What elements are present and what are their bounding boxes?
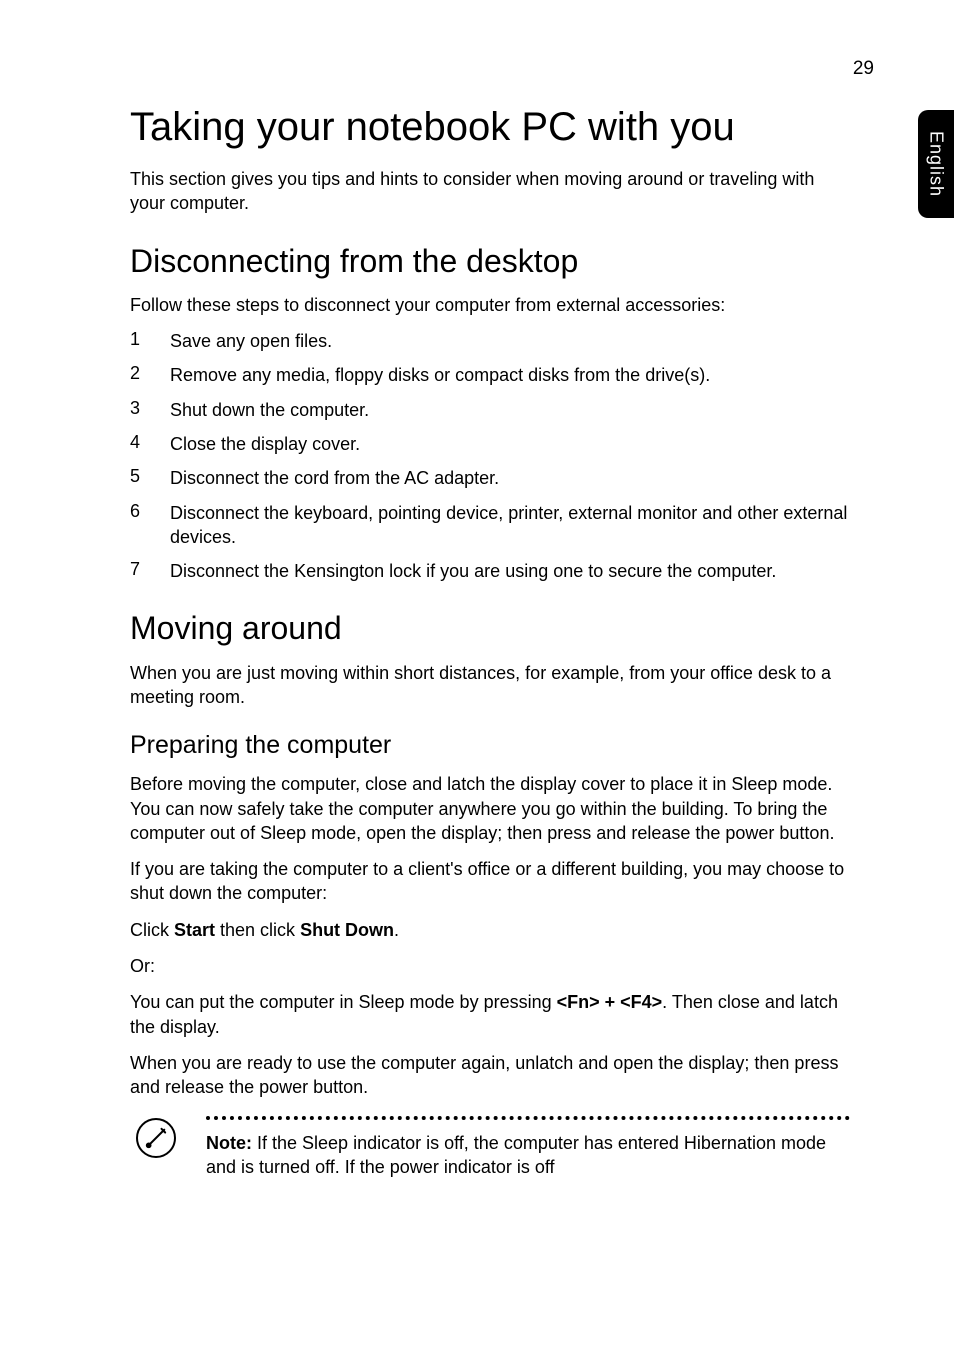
- list-text: Save any open files.: [170, 329, 332, 353]
- list-text: Remove any media, floppy disks or compac…: [170, 363, 710, 387]
- note-body: Note: If the Sleep indicator is off, the…: [206, 1116, 850, 1180]
- note-content: If the Sleep indicator is off, the compu…: [206, 1133, 826, 1177]
- paragraph-sleep-shortcut: You can put the computer in Sleep mode b…: [130, 990, 850, 1039]
- list-number: 6: [130, 501, 170, 550]
- section-heading-moving: Moving around: [130, 611, 850, 646]
- text: Click: [130, 920, 174, 940]
- text: then click: [215, 920, 300, 940]
- section1-lead: Follow these steps to disconnect your co…: [130, 293, 850, 317]
- list-number: 2: [130, 363, 170, 387]
- intro-paragraph: This section gives you tips and hints to…: [130, 167, 850, 216]
- paragraph: Before moving the computer, close and la…: [130, 772, 850, 845]
- list-number: 3: [130, 398, 170, 422]
- paragraph-or: Or:: [130, 954, 850, 978]
- list-number: 1: [130, 329, 170, 353]
- note-block: Note: If the Sleep indicator is off, the…: [130, 1116, 850, 1180]
- bold-shutdown: Shut Down: [300, 920, 394, 940]
- list-number: 5: [130, 466, 170, 490]
- list-text: Disconnect the cord from the AC adapter.: [170, 466, 499, 490]
- bold-shortcut: <Fn> + <F4>: [557, 992, 663, 1012]
- list-number: 7: [130, 559, 170, 583]
- paragraph: If you are taking the computer to a clie…: [130, 857, 850, 906]
- list-item: 1 Save any open files.: [130, 329, 850, 353]
- paragraph: When you are ready to use the computer a…: [130, 1051, 850, 1100]
- list-number: 4: [130, 432, 170, 456]
- paragraph-click-start: Click Start then click Shut Down.: [130, 918, 850, 942]
- section-heading-disconnecting: Disconnecting from the desktop: [130, 244, 850, 279]
- list-item: 6 Disconnect the keyboard, pointing devi…: [130, 501, 850, 550]
- note-icon: [136, 1118, 176, 1158]
- text: You can put the computer in Sleep mode b…: [130, 992, 557, 1012]
- note-text: Note: If the Sleep indicator is off, the…: [206, 1131, 850, 1180]
- list-item: 3 Shut down the computer.: [130, 398, 850, 422]
- section2-lead: When you are just moving within short di…: [130, 661, 850, 710]
- note-icon-wrap: [130, 1116, 206, 1158]
- numbered-list: 1 Save any open files. 2 Remove any medi…: [130, 329, 850, 583]
- page-title: Taking your notebook PC with you: [130, 105, 850, 149]
- list-text: Shut down the computer.: [170, 398, 369, 422]
- list-text: Close the display cover.: [170, 432, 360, 456]
- language-tab-label: English: [926, 131, 947, 197]
- page-number: 29: [853, 58, 874, 80]
- list-text: Disconnect the Kensington lock if you ar…: [170, 559, 776, 583]
- note-divider: [206, 1116, 850, 1121]
- language-tab: English: [918, 110, 954, 218]
- list-text: Disconnect the keyboard, pointing device…: [170, 501, 850, 550]
- list-item: 4 Close the display cover.: [130, 432, 850, 456]
- note-label: Note:: [206, 1133, 252, 1153]
- text: .: [394, 920, 399, 940]
- list-item: 2 Remove any media, floppy disks or comp…: [130, 363, 850, 387]
- list-item: 7 Disconnect the Kensington lock if you …: [130, 559, 850, 583]
- subsection-heading-preparing: Preparing the computer: [130, 731, 850, 760]
- content-area: Taking your notebook PC with you This se…: [130, 105, 850, 1179]
- bold-start: Start: [174, 920, 215, 940]
- list-item: 5 Disconnect the cord from the AC adapte…: [130, 466, 850, 490]
